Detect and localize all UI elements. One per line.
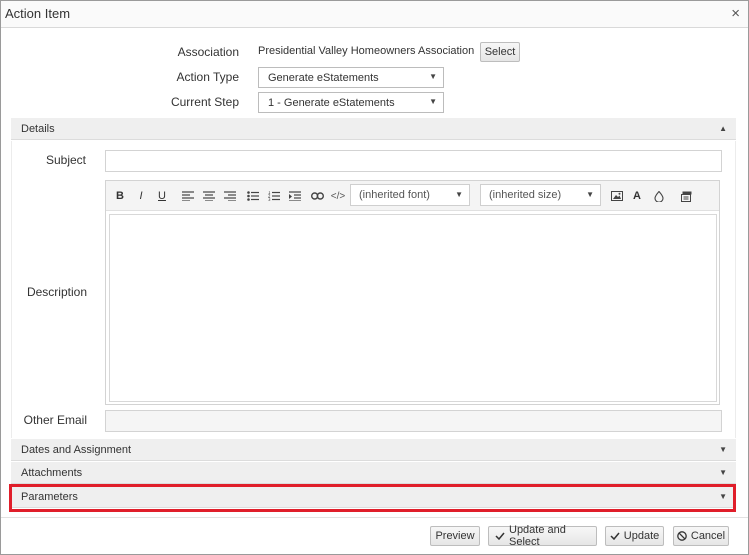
preview-button[interactable]: Preview xyxy=(430,526,480,546)
code-icon[interactable]: </> xyxy=(330,188,346,204)
paste-icon[interactable] xyxy=(678,188,694,204)
link-icon[interactable] xyxy=(309,188,325,204)
cancel-button[interactable]: Cancel xyxy=(673,526,729,546)
font-size-select[interactable]: (inherited size) ▼ xyxy=(480,184,601,206)
details-header-label: Details xyxy=(21,122,55,135)
align-center-icon[interactable] xyxy=(201,188,217,204)
cancel-icon xyxy=(677,531,687,541)
svg-text:3: 3 xyxy=(268,197,271,201)
current-step-label: Current Step xyxy=(170,95,239,109)
cancel-label: Cancel xyxy=(690,530,726,542)
details-section-header[interactable]: Details ▲ xyxy=(11,118,736,140)
chevron-down-icon: ▼ xyxy=(719,468,727,477)
other-email-input[interactable] xyxy=(105,410,722,432)
description-editor: B I U 123 </> (inherited font) ▼ (inheri… xyxy=(105,180,720,405)
close-icon[interactable]: × xyxy=(731,5,740,22)
check-icon xyxy=(610,532,620,540)
update-button[interactable]: Update xyxy=(605,526,664,546)
dates-assignment-section-header[interactable]: Dates and Assignment ▼ xyxy=(11,439,736,461)
action-type-label: Action Type xyxy=(176,70,239,84)
attachments-section-header[interactable]: Attachments ▼ xyxy=(11,462,736,484)
chevron-down-icon: ▼ xyxy=(429,72,437,81)
chevron-down-icon: ▼ xyxy=(719,492,727,501)
subject-label: Subject xyxy=(45,153,86,167)
chevron-down-icon: ▼ xyxy=(429,97,437,106)
subject-input[interactable] xyxy=(105,150,722,172)
action-type-select[interactable]: Generate eStatements ▼ xyxy=(258,67,444,88)
numbered-list-icon[interactable]: 123 xyxy=(266,188,282,204)
association-value: Presidential Valley Homeowners Associati… xyxy=(258,45,475,57)
underline-button[interactable]: U xyxy=(154,188,170,204)
align-right-icon[interactable] xyxy=(222,188,238,204)
description-textarea[interactable] xyxy=(109,214,717,402)
font-size-value: (inherited size) xyxy=(489,189,562,201)
parameters-label: Parameters xyxy=(21,490,78,503)
dialog-titlebar: Action Item × xyxy=(1,1,748,28)
chevron-up-icon: ▲ xyxy=(719,124,727,133)
update-and-select-button[interactable]: Update and Select xyxy=(488,524,597,548)
preview-label: Preview xyxy=(435,530,475,542)
align-left-icon[interactable] xyxy=(180,188,196,204)
action-type-value: Generate eStatements xyxy=(268,71,379,84)
image-icon[interactable] xyxy=(609,188,625,204)
chevron-down-icon: ▼ xyxy=(719,445,727,454)
dates-assignment-label: Dates and Assignment xyxy=(21,443,132,456)
chevron-down-icon: ▼ xyxy=(455,190,463,199)
font-family-select[interactable]: (inherited font) ▼ xyxy=(350,184,470,206)
update-and-select-label: Update and Select xyxy=(509,524,566,548)
bold-button[interactable]: B xyxy=(112,188,128,204)
current-step-value: 1 - Generate eStatements xyxy=(268,96,395,109)
association-label: Association xyxy=(177,45,239,59)
editor-toolbar: B I U 123 </> (inherited font) ▼ (inheri… xyxy=(106,181,719,211)
parameters-section-header[interactable]: Parameters ▼ xyxy=(11,486,736,508)
italic-button[interactable]: I xyxy=(133,188,149,204)
highlight-icon[interactable] xyxy=(651,188,667,204)
indent-icon[interactable] xyxy=(287,188,303,204)
attachments-label: Attachments xyxy=(21,466,83,479)
other-email-label: Other Email xyxy=(23,413,87,427)
check-icon xyxy=(495,532,505,540)
action-item-dialog: Action Item × Association Presidential V… xyxy=(0,0,749,555)
chevron-down-icon: ▼ xyxy=(586,190,594,199)
footer-divider xyxy=(1,517,748,518)
current-step-select[interactable]: 1 - Generate eStatements ▼ xyxy=(258,92,444,113)
select-button-label: Select xyxy=(484,46,516,58)
bullet-list-icon[interactable] xyxy=(245,188,261,204)
description-label: Description xyxy=(26,285,87,299)
text-color-icon[interactable]: A xyxy=(629,188,645,204)
dialog-title: Action Item xyxy=(5,6,71,21)
select-association-button[interactable]: Select xyxy=(480,42,520,62)
font-family-value: (inherited font) xyxy=(359,189,430,201)
update-label: Update xyxy=(623,530,660,542)
